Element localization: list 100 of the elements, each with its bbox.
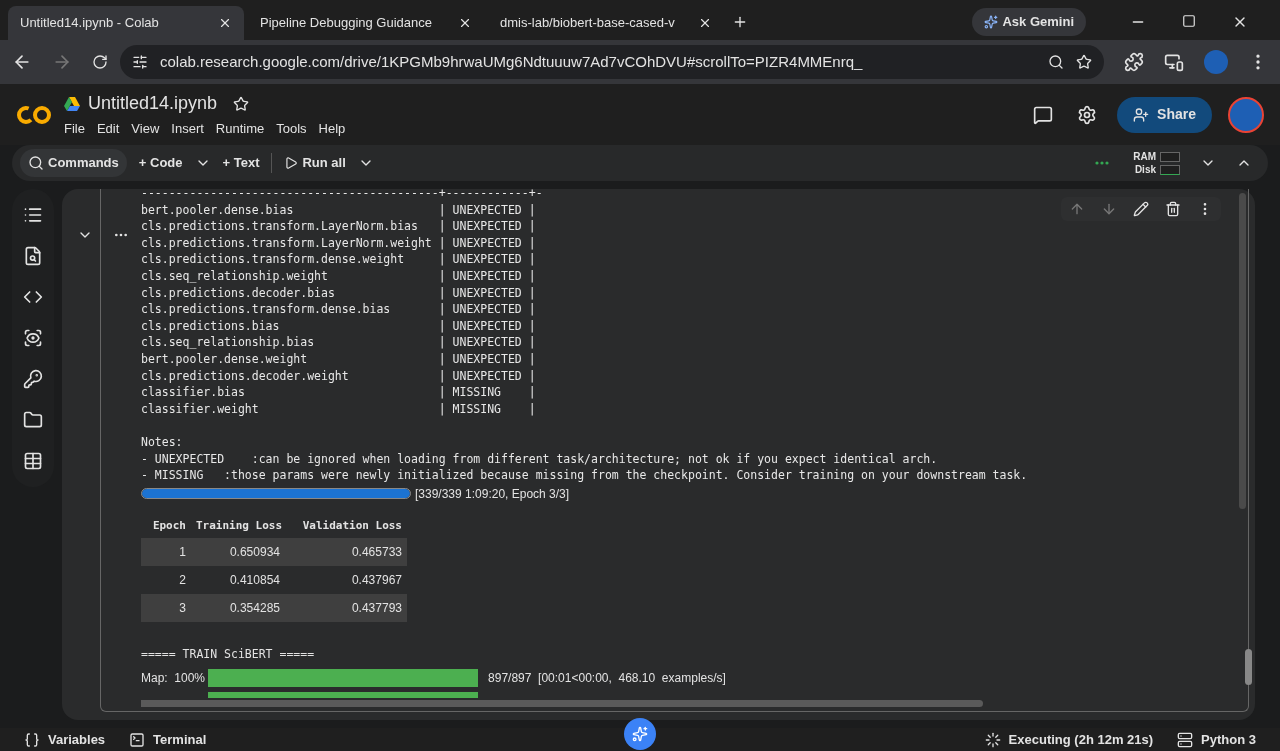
output-line: cls.predictions.transform.LayerNorm.weight | UNEXPECTED | — [141, 234, 536, 252]
browser-tab[interactable]: dmis-lab/biobert-base-cased-v — [488, 6, 724, 40]
spinner-icon — [984, 731, 1001, 748]
output-line: bert.pooler.dense.bias | UNEXPECTED | — [141, 201, 536, 219]
comment-icon[interactable] — [1033, 104, 1054, 125]
sparkle-icon — [632, 726, 648, 742]
output-line: - MISSING :those params were newly initialized because missing from the checkpoint. Consider training on your downstream task. — [141, 467, 1028, 484]
extensions-icon[interactable] — [1124, 52, 1144, 72]
disk-label: Disk — [1134, 163, 1156, 176]
section-heading: ===== TRAIN SciBERT ===== — [141, 645, 315, 663]
output-line: -------------------------------------------+------------+- — [141, 189, 543, 202]
column-header: Epoch — [151, 518, 187, 535]
output-line: cls.seq_relationship.bias | UNEXPECTED | — [141, 334, 536, 351]
execution-status: Executing (2h 12m 21s) — [1008, 730, 1154, 749]
column-header: Validation Loss — [301, 518, 403, 535]
delete-icon[interactable] — [1165, 201, 1181, 217]
resource-meter[interactable]: RAM Disk — [1133, 150, 1180, 176]
scroll-thumb[interactable] — [1245, 649, 1252, 685]
people-icon — [1133, 106, 1150, 123]
output-line: - UNEXPECTED :can be ignored when loading from different task/architecture; not ok if you expect identical arch. — [141, 450, 938, 468]
table-cell-text: 1 — [178, 543, 187, 561]
table-icon[interactable] — [23, 451, 43, 471]
table-cell-text: 0.354285 — [228, 599, 281, 617]
maximize-icon[interactable] — [1182, 14, 1196, 28]
terminal-tab[interactable]: Terminal — [153, 729, 207, 750]
commands-button[interactable]: Commands — [20, 149, 127, 177]
table-cell-text: 0.410854 — [228, 571, 281, 589]
horizontal-scrollbar[interactable] — [141, 699, 983, 707]
output-line: cls.predictions.decoder.weight | UNEXPECTED | — [141, 367, 536, 385]
progress-text: 897/897 [00:01<00:00, 468.10 examples/s] — [488, 669, 726, 687]
notebook-title[interactable]: Untitled14.ipynb — [88, 90, 218, 118]
vertical-scrollbar[interactable] — [1239, 193, 1246, 509]
search-icon — [28, 155, 44, 171]
tab-title: Pipeline Debugging Guidance — [260, 14, 433, 33]
account-avatar[interactable] — [1228, 96, 1264, 133]
site-settings-icon — [132, 54, 148, 70]
key-icon[interactable] — [23, 369, 43, 389]
settings-icon[interactable] — [1077, 104, 1098, 125]
table-cell-text: 0.437793 — [350, 599, 403, 617]
progress-label: Map: 100% — [141, 669, 206, 687]
gemini-button[interactable] — [624, 718, 656, 750]
progress-text: [339/339 1:09:20, Epoch 3/3] — [415, 485, 570, 503]
play-icon — [284, 156, 299, 170]
move-down-icon[interactable] — [1101, 201, 1117, 217]
menu-item[interactable]: View — [131, 119, 160, 139]
menu-item[interactable]: Edit — [96, 119, 120, 139]
eye-icon[interactable] — [23, 328, 43, 348]
add-text-button[interactable]: + Text — [218, 153, 264, 173]
menu-item[interactable]: Help — [318, 119, 346, 139]
output-line: cls.predictions.decoder.bias | UNEXPECTED | — [141, 284, 536, 302]
output-line: Notes: — [141, 433, 183, 451]
output-line: cls.seq_relationship.weight | UNEXPECTED | — [141, 267, 536, 285]
zoom-icon[interactable] — [1048, 54, 1064, 70]
add-code-button[interactable]: + Code — [134, 153, 187, 173]
variables-tab[interactable]: Variables — [48, 729, 106, 750]
output-line: cls.predictions.transform.LayerNorm.bias | UNEXPECTED | — [141, 218, 536, 235]
table-cell-text: 0.437967 — [350, 571, 403, 589]
browser-tab[interactable]: Untitled14.ipynb - Colab — [8, 6, 244, 40]
ask-gemini-button[interactable]: Ask Gemini — [972, 8, 1086, 36]
table-cell-text: 2 — [178, 571, 187, 589]
connected-dots-icon — [1095, 161, 1110, 165]
output-line: cls.predictions.transform.dense.bias | UNEXPECTED | — [141, 301, 536, 318]
close-icon[interactable] — [458, 16, 472, 30]
runtime-label[interactable]: Python 3 — [1201, 729, 1256, 750]
run-all-button[interactable]: Run all — [280, 153, 350, 173]
list-icon[interactable] — [23, 205, 43, 225]
close-icon[interactable] — [218, 16, 232, 30]
close-icon[interactable] — [698, 16, 712, 30]
tab-title: dmis-lab/biobert-base-cased-v — [500, 14, 676, 33]
ram-label: RAM — [1133, 150, 1156, 163]
bookmark-icon[interactable] — [1076, 54, 1092, 70]
find-icon[interactable] — [23, 246, 43, 266]
table-cell-text: 0.650934 — [228, 543, 281, 561]
browser-tab[interactable]: Pipeline Debugging Guidance — [248, 6, 484, 40]
terminal-icon — [129, 731, 146, 748]
colab-logo[interactable] — [16, 103, 52, 126]
folder-icon[interactable] — [23, 410, 43, 430]
star-icon[interactable] — [233, 95, 250, 112]
menu-item[interactable]: Runtime — [215, 119, 265, 139]
url-text: colab.research.google.com/drive/1KPGMb9hrwaUMg6Ndtuuuw7Ad7vCOhDVU#scrollTo=PIZR4MMEnrq_ — [160, 51, 864, 72]
drive-icon — [64, 96, 80, 111]
edit-icon[interactable] — [1133, 201, 1149, 217]
column-header: Training Loss — [195, 518, 284, 535]
menu-item[interactable]: File — [64, 119, 85, 139]
table-cell-text: 0.465733 — [350, 543, 403, 561]
server-icon — [1177, 731, 1194, 748]
output-line: classifier.weight | MISSING | — [141, 400, 536, 418]
menu-item[interactable]: Tools — [276, 119, 307, 139]
tab-title: Untitled14.ipynb - Colab — [20, 14, 160, 33]
menu-item[interactable]: Insert — [171, 119, 204, 139]
braces-icon — [24, 731, 40, 748]
output-line: bert.pooler.dense.weight | UNEXPECTED | — [141, 350, 536, 368]
share-button[interactable]: Share — [1117, 96, 1212, 133]
output-line: cls.predictions.bias | UNEXPECTED | — [141, 317, 536, 335]
output-line: cls.predictions.transform.dense.weight | UNEXPECTED | — [141, 251, 536, 268]
address-field[interactable]: colab.research.google.com/drive/1KPGMb9hrwaUMg6Ndtuuuw7Ad7vCOhDVU#scrollTo=PIZR4MMEnrq_ — [120, 45, 1104, 79]
reload-icon[interactable] — [92, 54, 108, 70]
move-up-icon[interactable] — [1069, 201, 1085, 217]
new-tab-icon[interactable] — [732, 14, 748, 30]
table-cell-text: 3 — [178, 599, 187, 617]
